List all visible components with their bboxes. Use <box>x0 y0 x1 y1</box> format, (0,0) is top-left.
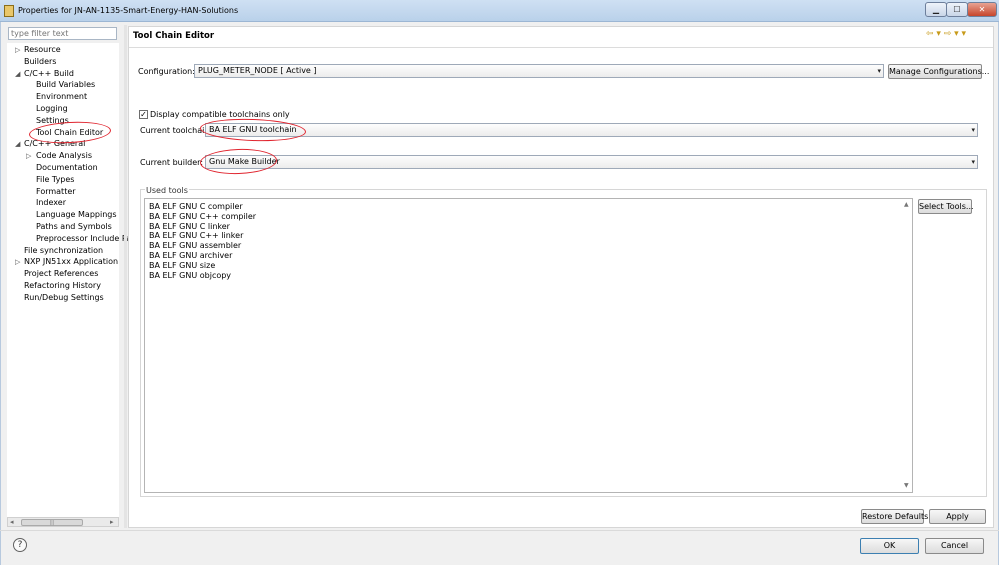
close-button[interactable]: ✕ <box>967 2 997 17</box>
page-title: Tool Chain Editor <box>133 31 215 41</box>
tree-item[interactable]: Code Analysis <box>36 151 92 160</box>
scroll-thumb[interactable]: ||| <box>21 519 83 526</box>
tree-item[interactable]: Run/Debug Settings <box>24 293 104 302</box>
pane-splitter[interactable] <box>124 25 127 528</box>
maximize-button[interactable]: ☐ <box>946 2 968 17</box>
list-item[interactable]: BA ELF GNU size <box>149 261 215 270</box>
tree-item[interactable]: Preprocessor Include Pa <box>36 234 131 243</box>
chevron-down-icon: ▾ <box>971 126 975 134</box>
configuration-select[interactable]: PLUG_METER_NODE [ Active ] ▾ <box>194 64 884 78</box>
list-item[interactable]: BA ELF GNU C linker <box>149 222 230 231</box>
footer-divider <box>0 530 999 531</box>
minimize-button[interactable]: ▁ <box>925 2 947 17</box>
tree-item[interactable]: NXP JN51xx Application <box>24 257 118 266</box>
filter-input[interactable] <box>8 27 117 40</box>
select-tools-button[interactable]: Select Tools... <box>918 199 974 214</box>
help-icon[interactable]: ? <box>13 538 27 552</box>
current-toolchain-select[interactable]: BA ELF GNU toolchain ▾ <box>205 123 978 137</box>
scroll-down-icon[interactable]: ▼ <box>904 482 909 489</box>
list-item[interactable]: BA ELF GNU archiver <box>149 251 232 260</box>
scroll-left-icon[interactable]: ◂ <box>10 518 14 526</box>
tree-item[interactable]: Builders <box>24 57 56 66</box>
cancel-button[interactable]: Cancel <box>925 538 984 554</box>
collapsed-twisty-icon[interactable]: ▷ <box>15 258 20 266</box>
list-item[interactable]: BA ELF GNU C compiler <box>149 202 243 211</box>
list-item[interactable]: BA ELF GNU C++ linker <box>149 231 243 240</box>
tree-item[interactable]: Refactoring History <box>24 281 101 290</box>
used-tools-list[interactable]: BA ELF GNU C compiler BA ELF GNU C++ comp… <box>144 198 913 493</box>
tree-item[interactable]: Project References <box>24 269 98 278</box>
list-item[interactable]: BA ELF GNU assembler <box>149 241 241 250</box>
tree-item[interactable]: Environment <box>36 92 87 101</box>
list-item[interactable]: BA ELF GNU C++ compiler <box>149 212 256 221</box>
tree-item[interactable]: Logging <box>36 104 68 113</box>
tree-item[interactable]: File Types <box>36 175 74 184</box>
list-item[interactable]: BA ELF GNU objcopy <box>149 271 231 280</box>
apply-button[interactable]: Apply <box>929 509 986 524</box>
chevron-down-icon: ▾ <box>877 67 881 75</box>
window-app-icon <box>4 5 14 17</box>
restore-defaults-button[interactable]: Restore Defaults <box>861 509 928 524</box>
tree-item[interactable]: Formatter <box>36 187 76 196</box>
tree-horizontal-scrollbar[interactable]: ◂ ||| ▸ <box>7 517 119 527</box>
display-compatible-checkbox[interactable]: ✓ <box>139 110 148 119</box>
manage-configurations-button[interactable]: Manage Configurations... <box>888 64 989 79</box>
window-title: Properties for JN-AN-1135-Smart-Energy-H… <box>18 6 239 15</box>
expanded-twisty-icon[interactable]: ◢ <box>15 140 20 148</box>
scroll-up-icon[interactable]: ▲ <box>904 201 909 208</box>
current-builder-value: Gnu Make Builder <box>209 157 280 166</box>
used-tools-label: Used tools <box>145 186 189 195</box>
current-toolchain-label: Current toolchain: <box>140 126 213 135</box>
expanded-twisty-icon[interactable]: ◢ <box>15 70 20 78</box>
tree-item[interactable]: C/C++ General <box>24 139 85 148</box>
history-nav-icons[interactable]: ⇦ ▾ ⇨ ▾ ▾ <box>926 29 966 39</box>
tree-item[interactable]: Indexer <box>36 198 66 207</box>
tree-item[interactable]: Language Mappings <box>36 210 117 219</box>
tree-item[interactable]: C/C++ Build <box>24 69 74 78</box>
tree-item[interactable]: Resource <box>24 45 61 54</box>
ok-button[interactable]: OK <box>860 538 919 554</box>
current-toolchain-value: BA ELF GNU toolchain <box>209 125 297 134</box>
configuration-label: Configuration: <box>138 67 195 76</box>
property-page-tree: Resource ▷ Builders C/C++ Build ◢ Build Varia… <box>7 43 131 517</box>
collapsed-twisty-icon[interactable]: ▷ <box>26 152 31 160</box>
scroll-right-icon[interactable]: ▸ <box>110 518 114 526</box>
tree-item[interactable]: Documentation <box>36 163 98 172</box>
current-builder-label: Current builder: <box>140 158 204 167</box>
title-divider <box>129 47 993 48</box>
tree-item[interactable]: Paths and Symbols <box>36 222 112 231</box>
chevron-down-icon: ▾ <box>971 158 975 166</box>
display-compatible-label: Display compatible toolchains only <box>150 110 290 119</box>
tree-item[interactable]: File synchronization <box>24 246 103 255</box>
tree-item[interactable]: Tool Chain Editor <box>36 128 103 137</box>
tree-item[interactable]: Build Variables <box>36 80 95 89</box>
current-builder-select[interactable]: Gnu Make Builder ▾ <box>205 155 978 169</box>
collapsed-twisty-icon[interactable]: ▷ <box>15 46 20 54</box>
tree-item[interactable]: Settings <box>36 116 69 125</box>
configuration-value: PLUG_METER_NODE [ Active ] <box>198 66 317 75</box>
